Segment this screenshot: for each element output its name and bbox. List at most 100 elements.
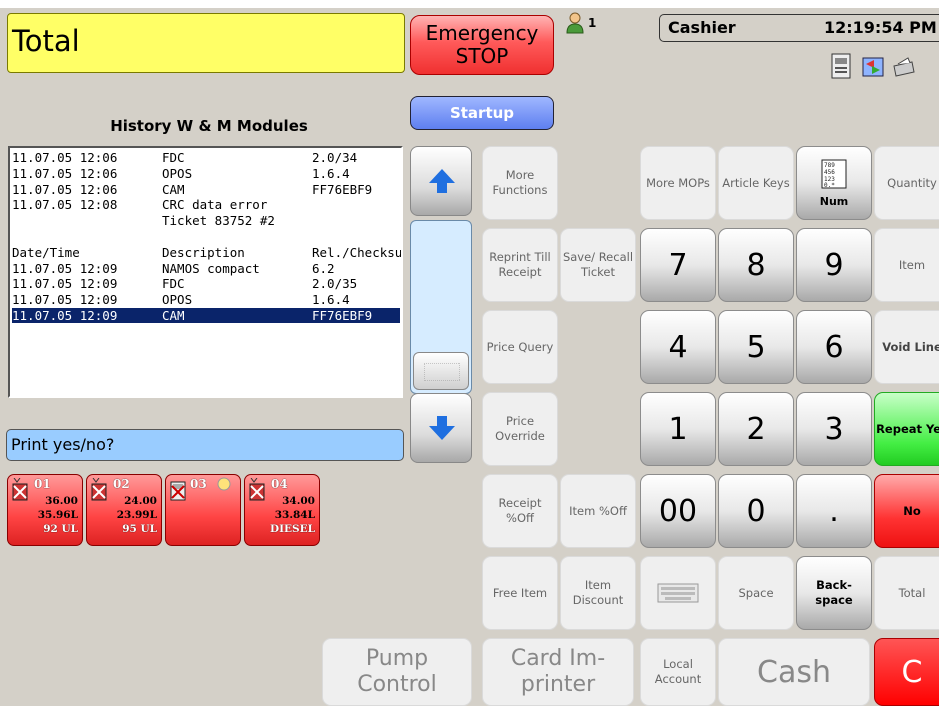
scroll-down-button[interactable] (410, 393, 472, 463)
log-date: 11.07.05 12:09 (12, 260, 118, 276)
log-date: 11.07.05 12:06 (12, 181, 118, 197)
log-description: Description (162, 244, 245, 260)
free-item-button[interactable]: Free Item (482, 556, 558, 630)
pump-4[interactable]: 04 34.00 33.84L DIESEL (244, 474, 320, 546)
key-2[interactable]: 2 (718, 392, 794, 466)
key-1[interactable]: 1 (640, 392, 716, 466)
key-dot[interactable]: . (796, 474, 872, 548)
log-date: 11.07.05 12:08 (12, 197, 118, 213)
emergency-stop-button[interactable]: Emergency STOP (410, 15, 554, 75)
history-log-list[interactable]: 11.07.05 12:06 FDC 2.0/34 11.07.05 12:06 OPO… (8, 146, 403, 398)
key-0[interactable]: 0 (718, 474, 794, 548)
repeat-yes-button[interactable]: Repeat Yes (874, 392, 939, 466)
key-3[interactable]: 3 (796, 392, 872, 466)
log-release: 1.6.4 (312, 165, 350, 181)
printer-icon[interactable] (890, 52, 916, 82)
reprint-receipt-button[interactable]: Reprint Till Receipt (482, 228, 558, 302)
more-functions-button[interactable]: More Functions (482, 146, 558, 220)
cashier-status-bar: Cashier 12:19:54 PM (659, 14, 939, 42)
quantity-button[interactable]: Quantity (874, 146, 939, 220)
total-button[interactable]: Total (874, 556, 939, 630)
receipt-percent-off-button[interactable]: Receipt %Off (482, 474, 558, 548)
local-account-button[interactable]: Local Account (640, 638, 716, 706)
history-log-row[interactable]: 11.07.05 12:09 CAM FF76EBF9 (12, 308, 400, 323)
key-7[interactable]: 7 (640, 228, 716, 302)
prompt-text: Print yes/no? (11, 435, 115, 454)
pump-2[interactable]: 02 24.00 23.99L 95 UL (86, 474, 162, 546)
log-description: FDC (162, 150, 185, 165)
pump-amount: 24.00 (124, 495, 157, 507)
pump-volume: 23.99L (116, 509, 157, 521)
scroll-up-button[interactable] (410, 146, 472, 216)
history-log-row[interactable]: Date/Time Description Rel./Checksum (12, 244, 401, 260)
svg-text:0.*: 0.* (824, 182, 835, 189)
scroll-thumb[interactable] (413, 352, 469, 390)
history-log-row[interactable]: 11.07.05 12:06 OPOS 1.6.4 (12, 166, 400, 181)
key-5[interactable]: 5 (718, 310, 794, 384)
more-mops-button[interactable]: More MOPs (640, 146, 716, 220)
num-lock-button[interactable]: 789 456 123 0.* Num (796, 146, 872, 220)
keypad-icon: 7894561230.* (821, 159, 847, 189)
pump-1[interactable]: 01 36.00 35.96L 92 UL (7, 474, 83, 546)
key-4[interactable]: 4 (640, 310, 716, 384)
item-discount-button[interactable]: Item Discount (560, 556, 636, 630)
space-button[interactable]: Space (718, 556, 794, 630)
total-display: Total (7, 13, 405, 73)
item-button[interactable]: Item (874, 228, 939, 302)
log-release: FF76EBF9 (312, 181, 373, 197)
history-log-row[interactable]: 11.07.05 12:06 CAM FF76EBF9 (12, 182, 400, 197)
user-icon (566, 12, 584, 34)
startup-button[interactable]: Startup (410, 96, 554, 130)
refresh-icon[interactable] (860, 52, 886, 82)
key-8[interactable]: 8 (718, 228, 794, 302)
backspace-button[interactable]: Back- space (796, 556, 872, 630)
key-9[interactable]: 9 (796, 228, 872, 302)
cash-button[interactable]: Cash (718, 638, 870, 706)
cashier-label: Cashier (668, 18, 736, 37)
clock: 12:19:54 PM (824, 18, 937, 37)
card-imprinter-button[interactable]: Card Im- printer (482, 638, 634, 706)
history-title: History W & M Modules (110, 117, 308, 135)
log-description: NAMOS compact (162, 260, 260, 276)
document-icon[interactable] (829, 52, 855, 82)
void-line-button[interactable]: Void Line (874, 310, 939, 384)
no-button[interactable]: No (874, 474, 939, 548)
emergency-line1: Emergency (425, 21, 539, 45)
hand-icon (217, 477, 231, 491)
history-log-row[interactable] (12, 229, 400, 244)
history-log-row[interactable]: Ticket 83752 #2 (12, 213, 400, 228)
pump-number: 03 (190, 477, 207, 491)
pump-control-button[interactable]: Pump Control (322, 638, 472, 706)
history-log-row[interactable]: 11.07.05 12:09 OPOS 1.6.4 (12, 292, 400, 307)
pump-volume: 35.96L (37, 509, 78, 521)
pump-amount: 36.00 (45, 495, 78, 507)
fuel-pump-icon (12, 478, 28, 501)
fuel-pump-icon (249, 478, 265, 501)
key-00[interactable]: 00 (640, 474, 716, 548)
log-description: OPOS (162, 165, 193, 181)
svg-text:456: 456 (824, 169, 835, 176)
key-6[interactable]: 6 (796, 310, 872, 384)
arrow-down-icon (429, 416, 455, 440)
keyboard-button[interactable] (640, 556, 716, 630)
pump-amount: 34.00 (282, 495, 315, 507)
log-description: CAM (162, 181, 185, 197)
price-query-button[interactable]: Price Query (482, 310, 558, 384)
arrow-up-icon (429, 169, 455, 193)
log-date: 11.07.05 12:09 (12, 308, 118, 323)
log-date: 11.07.05 12:09 (12, 276, 118, 292)
clear-button[interactable]: C (874, 638, 939, 706)
article-keys-button[interactable]: Article Keys (718, 146, 794, 220)
prompt-bar: Print yes/no? (6, 429, 404, 461)
price-override-button[interactable]: Price Override (482, 392, 558, 466)
save-recall-ticket-button[interactable]: Save/ Recall Ticket (560, 228, 636, 302)
history-log-row[interactable]: 11.07.05 12:09 FDC 2.0/35 (12, 276, 400, 291)
history-log-row[interactable]: 11.07.05 12:06 FDC 2.0/34 (12, 150, 400, 165)
total-label: Total (12, 24, 80, 58)
log-release: 2.0/34 (312, 150, 358, 165)
history-log-row[interactable]: 11.07.05 12:08 CRC data error (12, 197, 400, 212)
pump-volume: 33.84L (274, 509, 315, 521)
history-log-row[interactable]: 11.07.05 12:09 NAMOS compact 6.2 (12, 261, 400, 276)
item-percent-off-button[interactable]: Item %Off (560, 474, 636, 548)
pump-3[interactable]: 03 (165, 474, 241, 546)
